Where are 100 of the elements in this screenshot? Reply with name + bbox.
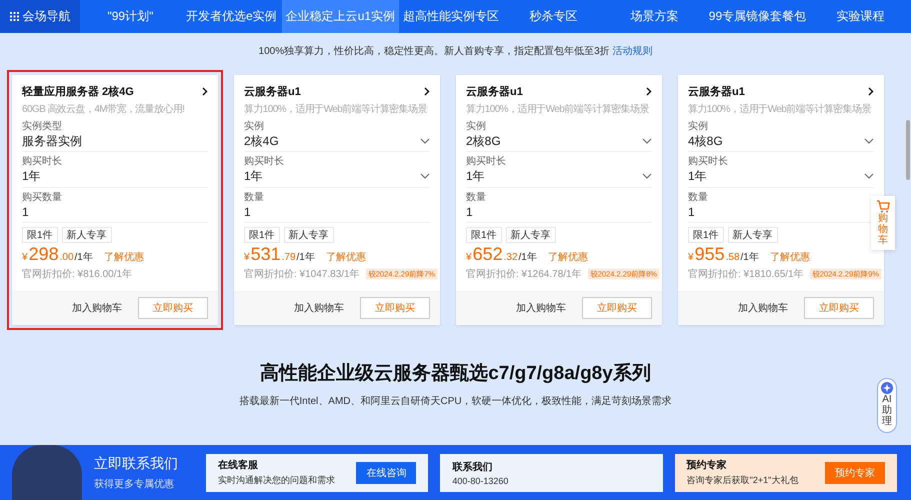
field-value: 1	[688, 204, 695, 220]
tag: 新人专享	[62, 227, 112, 244]
panel-title: 预约专家	[686, 458, 728, 472]
price-cents: .79	[282, 252, 296, 264]
section-subtitle: 搭载最新一代Intel、AMD、和阿里云自研倚天CPU，软硬一体优化，极致性能，满足苛刻场景需求	[239, 394, 672, 408]
field-label: 购买时长	[688, 156, 729, 168]
discount-link[interactable]: 了解优惠	[326, 252, 366, 264]
chevron-right-icon[interactable]	[424, 87, 430, 96]
intro-text: 100%独享算力，性价比高，稳定性更高。新人首购专享，指定配置包年低至3折 活动规则	[258, 44, 654, 58]
cart-icon	[876, 200, 890, 213]
nav-tab[interactable]: 场景方案	[604, 0, 705, 33]
tag: 新人专享	[284, 227, 334, 244]
tag: 新人专享	[728, 227, 778, 244]
sparkle-icon	[881, 382, 893, 394]
price-unit: /1年	[74, 252, 93, 264]
menu-button[interactable]: 会场导航	[0, 0, 80, 33]
product-description: 60GB 高效云盘，4M带宽，流量放心用!	[22, 104, 184, 116]
cart-float-button[interactable]: 购物车	[871, 196, 895, 250]
field-label: 数量	[466, 192, 487, 204]
ai-assistant-button[interactable]: AI助理	[877, 378, 897, 433]
tag: 限1件	[22, 227, 58, 244]
product-title: 云服务器u1	[466, 84, 523, 99]
field-label: 实例	[466, 121, 487, 133]
discount-link[interactable]: 了解优惠	[770, 252, 810, 264]
dropdown-value[interactable]: 4核8G	[688, 134, 723, 148]
tag: 限1件	[466, 227, 502, 244]
contact-subtitle: 获得更多专属优惠	[94, 478, 175, 490]
scrollbar-thumb[interactable]	[906, 120, 910, 180]
panel-title: 在线客服	[218, 458, 259, 472]
price-unit: /1年	[740, 252, 759, 264]
chevron-right-icon[interactable]	[868, 87, 874, 96]
original-price: 官网折扣价: ¥1047.83/1年	[244, 268, 360, 281]
buy-now-button[interactable]: 立即购买	[582, 296, 652, 319]
dropdown-value[interactable]: 2核4G	[244, 134, 279, 148]
nav-tab[interactable]: 99专属镜像套餐包	[704, 0, 810, 33]
price-cents: .58	[726, 252, 740, 264]
panel-text: 实时沟通解决您的问题和需求	[218, 474, 335, 487]
nav-tab[interactable]: 企业稳定上云u1实例	[282, 0, 400, 33]
field-label: 实例	[244, 121, 265, 133]
nav-tab[interactable]: 秒杀专区	[503, 0, 604, 33]
price-unit: /1年	[518, 252, 537, 264]
product-title: 轻量应用服务器 2核4G	[22, 84, 134, 99]
product-title: 云服务器u1	[688, 84, 745, 99]
chevron-right-icon[interactable]	[202, 87, 208, 96]
chevron-down-icon[interactable]	[420, 138, 430, 144]
section-title: 高性能企业级云服务器甄选c7/g7/g8a/g8y系列	[260, 362, 651, 386]
panel-text: 咨询专家后获取"2+1"大礼包	[686, 474, 798, 487]
nav-tab[interactable]: 实验课程	[810, 0, 911, 33]
dropdown-value[interactable]: 2核8G	[466, 134, 501, 148]
price-cents: .00	[60, 252, 74, 264]
add-to-cart-button[interactable]: 加入购物车	[510, 300, 572, 316]
field-value: 1年	[22, 169, 41, 184]
currency-symbol: ¥	[688, 252, 694, 264]
dropdown-value[interactable]: 1年	[688, 169, 707, 184]
field-label: 购买时长	[22, 156, 63, 168]
field-label: 购买时长	[244, 156, 285, 168]
add-to-cart-button[interactable]: 加入购物车	[732, 300, 794, 316]
product-description: 算力100%，适用于Web前端等计算密集场景	[688, 104, 871, 116]
field-value: 1	[22, 204, 29, 220]
add-to-cart-button[interactable]: 加入购物车	[288, 300, 350, 316]
nav-tab[interactable]: 开发者优选e实例	[180, 0, 282, 33]
panel-button[interactable]: 在线咨询	[356, 462, 416, 484]
currency-symbol: ¥	[244, 252, 250, 264]
dropdown-value[interactable]: 1年	[466, 169, 485, 184]
chevron-down-icon[interactable]	[864, 138, 874, 144]
chevron-right-icon[interactable]	[646, 87, 652, 96]
buy-now-button[interactable]: 立即购买	[138, 296, 208, 319]
chevron-down-icon[interactable]	[642, 173, 652, 180]
field-value: 1	[466, 204, 473, 220]
nav-tab[interactable]: "99计划"	[80, 0, 181, 33]
photo-placeholder	[12, 445, 82, 500]
price: 652	[472, 245, 503, 265]
buy-now-button[interactable]: 立即购买	[360, 296, 430, 319]
field-value: 1	[244, 204, 251, 220]
tag: 新人专享	[506, 227, 556, 244]
price-cents: .32	[504, 252, 518, 264]
dropdown-value[interactable]: 1年	[244, 169, 263, 184]
discount-link[interactable]: 了解优惠	[548, 252, 588, 264]
original-price: 官网折扣价: ¥816.00/1年	[22, 268, 132, 281]
currency-symbol: ¥	[22, 252, 28, 264]
discount-link[interactable]: 了解优惠	[104, 252, 144, 264]
field-value: 服务器实例	[22, 134, 82, 148]
price: 955	[694, 245, 725, 265]
add-to-cart-button[interactable]: 加入购物车	[66, 300, 128, 316]
field-label: 实例	[688, 121, 709, 133]
field-label: 数量	[688, 192, 709, 204]
product-description: 算力100%，适用于Web前端等计算密集场景	[244, 104, 427, 116]
nav-tab[interactable]: 超高性能实例专区	[399, 0, 504, 33]
chevron-down-icon[interactable]	[420, 173, 430, 180]
price: 531	[250, 245, 281, 265]
panel-button[interactable]: 预约专家	[824, 462, 885, 484]
panel-title: 联系我们	[452, 460, 494, 474]
field-label: 购买时长	[466, 156, 507, 168]
buy-now-button[interactable]: 立即购买	[804, 296, 874, 319]
currency-symbol: ¥	[466, 252, 472, 264]
original-price: 官网折扣价: ¥1264.78/1年	[466, 268, 582, 281]
rules-link[interactable]: 活动规则	[612, 46, 652, 57]
grid-icon	[10, 12, 18, 21]
chevron-down-icon[interactable]	[642, 138, 652, 144]
chevron-down-icon[interactable]	[864, 173, 874, 180]
